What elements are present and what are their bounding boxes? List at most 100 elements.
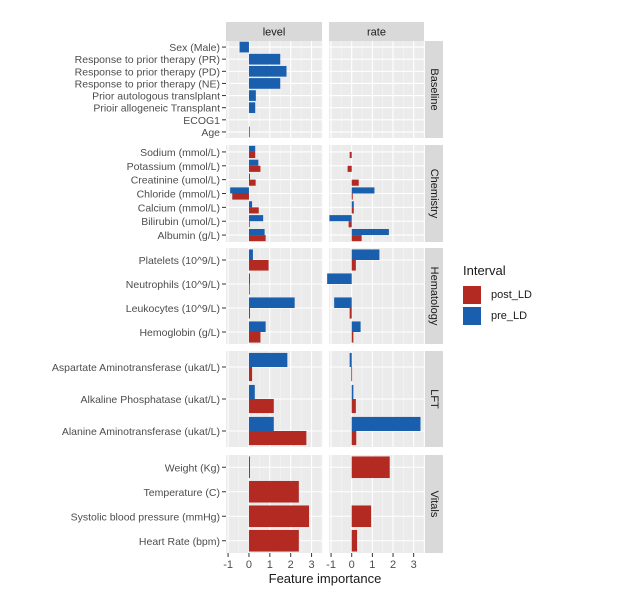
bar-level-response-to-prior-therapy-ne-pre-ld <box>248 78 281 89</box>
y-tick-label-bilirubin-umol-l: Bilirubin (umol/L) <box>141 216 220 228</box>
bar-level-prioir-allogeneic-transplant-pre-ld <box>248 102 256 114</box>
y-tick-label-temperature-c: Temperature (C) <box>144 487 220 499</box>
x-axis-title: Feature importance <box>269 571 382 586</box>
bar-rate-aspartate-aminotransferase-ukat-l-pre-ld <box>349 352 352 367</box>
facet-label-chemistry: Chemistry <box>428 169 440 219</box>
facet-label-rate: rate <box>367 27 386 39</box>
bar-level-chloride-mmol-l-pre-ld <box>230 187 249 194</box>
x-tick-label: 1 <box>369 559 375 571</box>
bar-level-hemoglobin-g-l-post-ld <box>248 332 261 343</box>
bar-rate-leukocytes-10-9-l-pre-ld <box>334 297 352 308</box>
bar-level-age-pre-ld <box>248 126 250 138</box>
bar-rate-alanine-aminotransferase-ukat-l-pre-ld <box>351 416 421 431</box>
bar-level-albumin-g-l-post-ld <box>248 235 266 242</box>
bar-level-bilirubin-umol-l-post-ld <box>248 221 250 228</box>
y-tick-label-leukocytes-10-9-l: Leukocytes (10^9/L) <box>126 303 220 315</box>
bar-level-hemoglobin-g-l-pre-ld <box>248 321 266 332</box>
bar-rate-creatinine-umol-l-post-ld <box>351 179 359 186</box>
bar-level-albumin-g-l-pre-ld <box>248 228 265 236</box>
x-tick-label: 3 <box>309 559 315 571</box>
bar-level-response-to-prior-therapy-pd-pre-ld <box>248 65 287 77</box>
y-tick-label-response-to-prior-therapy-ne: Response to prior therapy (NE) <box>75 78 220 90</box>
y-tick-label-hemoglobin-g-l: Hemoglobin (g/L) <box>139 327 220 339</box>
bar-rate-chloride-mmol-l-post-ld <box>351 193 353 200</box>
y-tick-label-response-to-prior-therapy-pd: Response to prior therapy (PD) <box>75 66 220 78</box>
bar-rate-hemoglobin-g-l-pre-ld <box>351 321 361 332</box>
bar-level-alkaline-phosphatase-ukat-l-post-ld <box>248 399 274 414</box>
y-tick-label-sodium-mmol-l: Sodium (mmol/L) <box>140 147 220 159</box>
panel-baseline-rate <box>329 41 424 138</box>
bar-rate-leukocytes-10-9-l-post-ld <box>349 308 352 319</box>
y-tick-label-aspartate-aminotransferase-ukat-l: Aspartate Aminotransferase (ukat/L) <box>52 362 220 374</box>
y-tick-label-heart-rate-bpm: Heart Rate (bpm) <box>139 536 220 548</box>
bar-rate-calcium-mmol-l-pre-ld <box>351 201 354 208</box>
bar-rate-alanine-aminotransferase-ukat-l-post-ld <box>351 431 357 446</box>
x-tick-label: 0 <box>349 559 355 571</box>
x-tick-label: -1 <box>223 559 233 571</box>
x-tick-label: 1 <box>267 559 273 571</box>
y-tick-label-prioir-allogeneic-transplant: Prioir allogeneic Transplant <box>93 103 220 115</box>
bar-level-platelets-10-9-l-pre-ld <box>248 249 253 260</box>
bar-rate-aspartate-aminotransferase-ukat-l-post-ld <box>351 367 353 382</box>
bar-level-weight-kg-post-ld <box>248 456 250 479</box>
x-tick-label: 2 <box>390 559 396 571</box>
facet-label-baseline: Baseline <box>428 68 440 110</box>
legend-title: Interval <box>463 263 506 278</box>
bar-level-prior-autologous-translplant-pre-ld <box>248 90 256 101</box>
bar-rate-potassium-mmol-l-post-ld <box>347 165 352 172</box>
bar-level-alanine-aminotransferase-ukat-l-pre-ld <box>248 416 274 431</box>
y-tick-label-sex-male: Sex (Male) <box>169 42 220 54</box>
bar-level-potassium-mmol-l-pre-ld <box>248 159 259 166</box>
bar-level-sodium-mmol-l-post-ld <box>248 151 256 159</box>
bar-level-sodium-mmol-l-pre-ld <box>248 145 256 152</box>
bar-rate-sodium-mmol-l-post-ld <box>349 151 352 159</box>
bar-level-neutrophils-10-9-l-post-ld <box>248 284 250 295</box>
legend: Interval post_LD pre_LD <box>463 263 532 326</box>
x-tick-label: 0 <box>246 559 252 571</box>
facet-label-vitals: Vitals <box>428 491 440 518</box>
bar-level-chloride-mmol-l-post-ld <box>232 193 249 200</box>
bar-rate-weight-kg-post-ld <box>351 456 390 479</box>
bar-level-systolic-blood-pressure-mmhg-post-ld <box>248 505 310 528</box>
bar-level-alkaline-phosphatase-ukat-l-pre-ld <box>248 384 255 399</box>
panel-hematology-rate <box>329 248 424 344</box>
bar-rate-alkaline-phosphatase-ukat-l-pre-ld <box>351 384 354 399</box>
bar-rate-alkaline-phosphatase-ukat-l-post-ld <box>351 399 356 414</box>
y-tick-label-response-to-prior-therapy-pr: Response to prior therapy (PR) <box>75 54 220 66</box>
legend-item-post-ld: post_LD <box>463 284 532 305</box>
bar-rate-platelets-10-9-l-pre-ld <box>351 249 380 260</box>
bar-rate-neutrophils-10-9-l-pre-ld <box>327 273 352 284</box>
y-tick-label-platelets-10-9-l: Platelets (10^9/L) <box>139 255 220 267</box>
bar-rate-bilirubin-umol-l-pre-ld <box>329 215 352 222</box>
y-tick-label-alkaline-phosphatase-ukat-l: Alkaline Phosphatase (ukat/L) <box>81 394 221 406</box>
legend-swatch-post-ld <box>463 285 481 304</box>
bar-level-leukocytes-10-9-l-post-ld <box>248 308 250 319</box>
bar-level-calcium-mmol-l-post-ld <box>248 207 259 214</box>
bar-level-neutrophils-10-9-l-pre-ld <box>248 273 250 284</box>
panel-hematology-level <box>226 248 322 344</box>
bar-rate-chloride-mmol-l-pre-ld <box>351 187 375 194</box>
bar-level-response-to-prior-therapy-pr-pre-ld <box>248 53 281 65</box>
bar-rate-bilirubin-umol-l-post-ld <box>348 221 352 228</box>
bar-rate-albumin-g-l-post-ld <box>351 235 362 242</box>
bar-level-aspartate-aminotransferase-ukat-l-pre-ld <box>248 352 288 367</box>
y-tick-label-potassium-mmol-l: Potassium (mmol/L) <box>127 161 220 173</box>
bar-level-bilirubin-umol-l-pre-ld <box>248 215 264 222</box>
bar-level-aspartate-aminotransferase-ukat-l-post-ld <box>248 367 253 382</box>
bar-level-leukocytes-10-9-l-pre-ld <box>248 297 295 308</box>
bar-rate-systolic-blood-pressure-mmhg-post-ld <box>351 505 372 528</box>
y-tick-label-albumin-g-l: Albumin (g/L) <box>158 230 220 242</box>
bar-rate-heart-rate-bpm-post-ld <box>351 529 358 552</box>
legend-label-pre-ld: pre_LD <box>491 309 528 322</box>
bar-level-alanine-aminotransferase-ukat-l-post-ld <box>248 431 307 446</box>
x-tick-label: -1 <box>326 559 336 571</box>
y-tick-label-calcium-mmol-l: Calcium (mmol/L) <box>138 202 220 214</box>
x-tick-label: 2 <box>288 559 294 571</box>
y-tick-label-weight-kg: Weight (Kg) <box>165 462 220 474</box>
y-tick-label-prior-autologous-translplant: Prior autologous translplant <box>92 91 220 103</box>
y-tick-label-alanine-aminotransferase-ukat-l: Alanine Aminotransferase (ukat/L) <box>62 426 220 438</box>
legend-swatch-pre-ld <box>463 306 481 325</box>
bar-rate-hemoglobin-g-l-post-ld <box>351 332 354 343</box>
bar-level-calcium-mmol-l-pre-ld <box>248 201 253 208</box>
x-tick-label: 3 <box>411 559 417 571</box>
